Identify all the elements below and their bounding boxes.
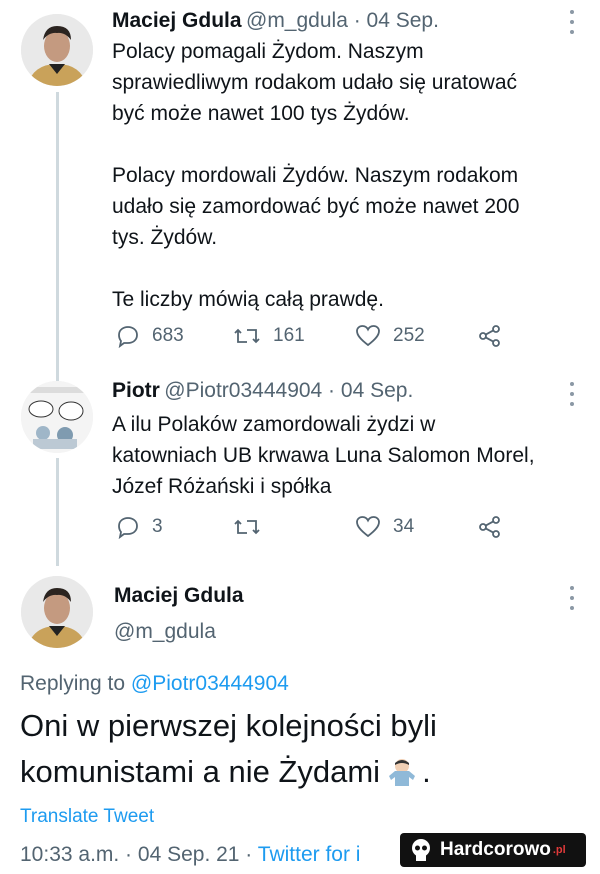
like-count: 34 bbox=[393, 516, 415, 537]
watermark-logo: Hardcorowo .pl bbox=[400, 833, 586, 867]
replying-to-label: Replying to bbox=[20, 672, 126, 695]
thread-line bbox=[56, 458, 59, 566]
reply-icon bbox=[118, 517, 138, 539]
reply-button[interactable]: 683 bbox=[116, 324, 184, 348]
watermark-text: Hardcorowo bbox=[440, 839, 551, 860]
tweet-text: A ilu Polaków zamordowali żydzi w katown… bbox=[112, 413, 535, 498]
like-icon bbox=[356, 325, 380, 347]
more-icon[interactable] bbox=[563, 10, 581, 34]
main-tweet-body: Oni w pierwszej kolejności byli komunist… bbox=[20, 708, 437, 789]
thread-line bbox=[56, 92, 59, 388]
timestamp[interactable]: 10:33 a.m. · 04 Sep. 21 · bbox=[20, 843, 252, 866]
tweet-text: Polacy pomagali Żydom. Naszym sprawiedli… bbox=[112, 40, 520, 311]
author-name[interactable]: Maciej Gdula bbox=[112, 9, 242, 32]
more-icon[interactable] bbox=[563, 586, 581, 610]
handle-date[interactable]: @Piotr03444904 · 04 Sep. bbox=[164, 379, 413, 402]
retweet-icon bbox=[234, 519, 260, 535]
replying-to: Replying to @Piotr03444904 bbox=[20, 672, 289, 696]
tweet-header: Maciej Gdula @m_gdula · 04 Sep. bbox=[112, 9, 439, 33]
watermark-suffix: .pl bbox=[552, 844, 566, 856]
retweet-button[interactable]: 161 bbox=[233, 324, 305, 348]
like-icon bbox=[356, 516, 380, 538]
retweet-icon bbox=[234, 328, 260, 344]
reply-count: 683 bbox=[152, 325, 184, 346]
author-name[interactable]: Piotr bbox=[112, 379, 160, 402]
shrug-emoji-icon bbox=[386, 755, 418, 801]
handle-date[interactable]: @m_gdula · 04 Sep. bbox=[246, 9, 439, 32]
author-handle[interactable]: @m_gdula bbox=[114, 620, 216, 644]
reply-button[interactable]: 3 bbox=[116, 515, 163, 539]
like-button[interactable]: 252 bbox=[355, 324, 425, 348]
replying-to-handle[interactable]: @Piotr03444904 bbox=[131, 672, 289, 695]
tweet-meta-line: 10:33 a.m. · 04 Sep. 21 · Twitter for i bbox=[20, 843, 360, 867]
avatar-maciej-gdula[interactable] bbox=[21, 576, 93, 648]
main-tweet-text: Oni w pierwszej kolejności byli komunist… bbox=[20, 703, 590, 801]
reply-count: 3 bbox=[152, 516, 163, 537]
like-count: 252 bbox=[393, 325, 425, 346]
retweet-count: 161 bbox=[273, 325, 305, 346]
tweet-header: Piotr @Piotr03444904 · 04 Sep. bbox=[112, 379, 413, 403]
retweet-button[interactable] bbox=[233, 515, 273, 539]
share-icon[interactable] bbox=[478, 324, 502, 353]
reply-icon bbox=[118, 326, 138, 348]
tweet-source[interactable]: Twitter for i bbox=[258, 843, 361, 866]
main-tweet-suffix: . bbox=[422, 754, 431, 789]
skull-icon bbox=[412, 839, 430, 861]
more-icon[interactable] bbox=[563, 382, 581, 406]
avatar-maciej-gdula[interactable] bbox=[21, 14, 93, 86]
avatar-piotr[interactable] bbox=[21, 381, 93, 453]
author-name[interactable]: Maciej Gdula bbox=[114, 584, 244, 608]
like-button[interactable]: 34 bbox=[355, 515, 414, 539]
translate-tweet-link[interactable]: Translate Tweet bbox=[20, 806, 154, 828]
share-icon[interactable] bbox=[478, 515, 502, 544]
